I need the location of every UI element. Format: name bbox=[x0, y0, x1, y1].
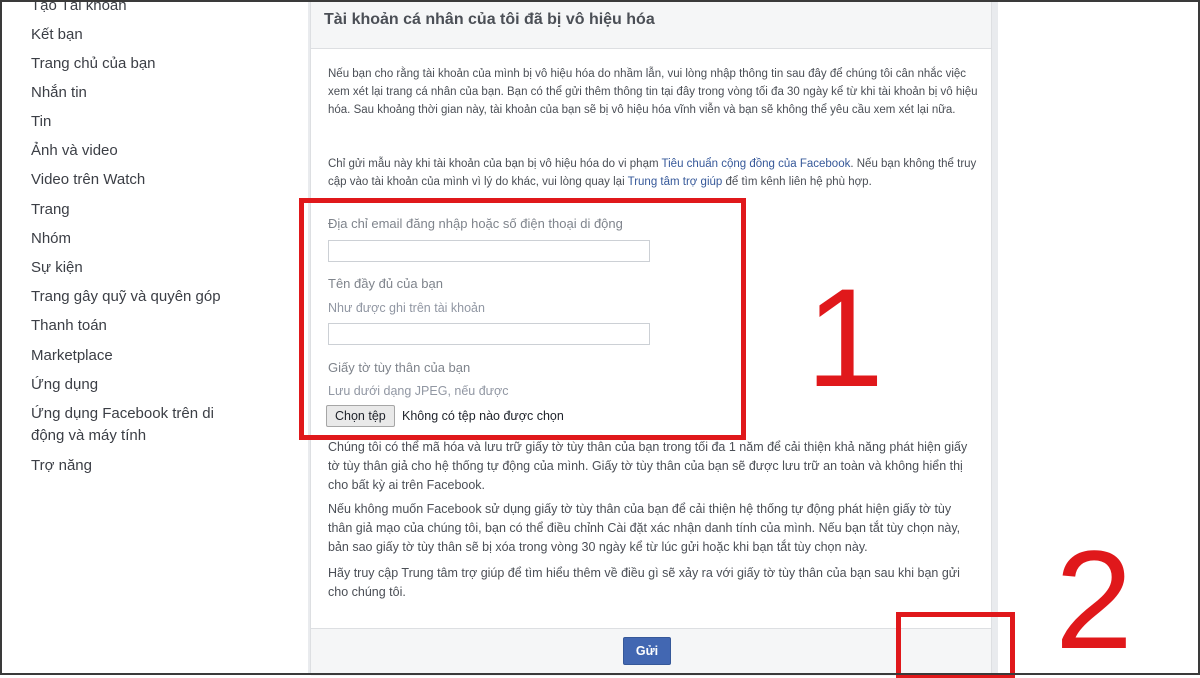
encryption-text: Chúng tôi có thể mã hóa và lưu trữ giấy … bbox=[328, 440, 968, 492]
sidebar-item-marketplace[interactable]: Marketplace bbox=[31, 345, 113, 367]
community-standards-link[interactable]: Tiêu chuẩn cộng đồng của Facebook bbox=[662, 158, 851, 170]
identity-confirmation-settings-link[interactable]: Cài đặt xác nhận danh tính bbox=[607, 521, 756, 535]
notice-text: Chỉ gửi mẫu này khi tài khoản của bạn bị… bbox=[328, 155, 978, 191]
sidebar-item-fundraisers[interactable]: Trang gây quỹ và quyên góp bbox=[31, 286, 221, 308]
sidebar-item-mobile-desktop-apps[interactable]: Ứng dụng Facebook trên di động và máy tí… bbox=[31, 403, 241, 447]
page-title: Tài khoản cá nhân của tôi đã bị vô hiệu … bbox=[324, 11, 655, 28]
sidebar-item-accessibility[interactable]: Trợ năng bbox=[31, 455, 92, 477]
sidebar-item-friends[interactable]: Kết bạn bbox=[31, 24, 83, 46]
annotation-step-2: 2 bbox=[1055, 521, 1133, 678]
sidebar-item-pages[interactable]: Trang bbox=[31, 199, 70, 221]
submit-button[interactable]: Gửi bbox=[623, 637, 671, 665]
sidebar-item-groups[interactable]: Nhóm bbox=[31, 228, 71, 250]
help-text-start: Hãy truy cập Trung tâm trợ giúp để tìm h… bbox=[328, 566, 622, 580]
intro-text: Nếu bạn cho rằng tài khoản của mình bị v… bbox=[328, 68, 978, 116]
sidebar-item-events[interactable]: Sự kiện bbox=[31, 257, 83, 279]
notice-text-start: Chỉ gửi mẫu này khi tài khoản của bạn bị… bbox=[328, 158, 662, 170]
opt-out-text: Nếu không muốn Facebook sử dụng giấy tờ … bbox=[328, 500, 973, 557]
sidebar-item-payments[interactable]: Thanh toán bbox=[31, 315, 107, 337]
card-header: Tài khoản cá nhân của tôi đã bị vô hiệu … bbox=[311, 0, 991, 49]
sidebar-item-create-account[interactable]: Tạo Tài khoản bbox=[31, 0, 127, 17]
sidebar-item-photos-videos[interactable]: Ảnh và video bbox=[31, 140, 118, 162]
help-text: Hãy truy cập Trung tâm trợ giúp để tìm h… bbox=[328, 564, 973, 602]
annotation-box-form-fields bbox=[299, 198, 746, 440]
sidebar-item-messaging[interactable]: Nhắn tin bbox=[31, 82, 87, 104]
sidebar-item-watch[interactable]: Video trên Watch bbox=[31, 169, 145, 191]
sidebar-item-homepage[interactable]: Trang chủ của bạn bbox=[31, 53, 156, 75]
sidebar-item-stories[interactable]: Tin bbox=[31, 111, 51, 133]
annotation-box-submit bbox=[896, 612, 1015, 678]
help-center-link[interactable]: Trung tâm trợ giúp bbox=[628, 176, 723, 188]
annotation-step-1: 1 bbox=[806, 259, 884, 416]
notice-text-end: để tìm kênh liên hệ phù hợp. bbox=[722, 176, 872, 188]
id-usage-info-link[interactable]: điều gì sẽ xảy ra với giấy tờ tùy thân c… bbox=[621, 566, 871, 580]
sidebar-item-apps[interactable]: Ứng dụng bbox=[31, 374, 98, 396]
